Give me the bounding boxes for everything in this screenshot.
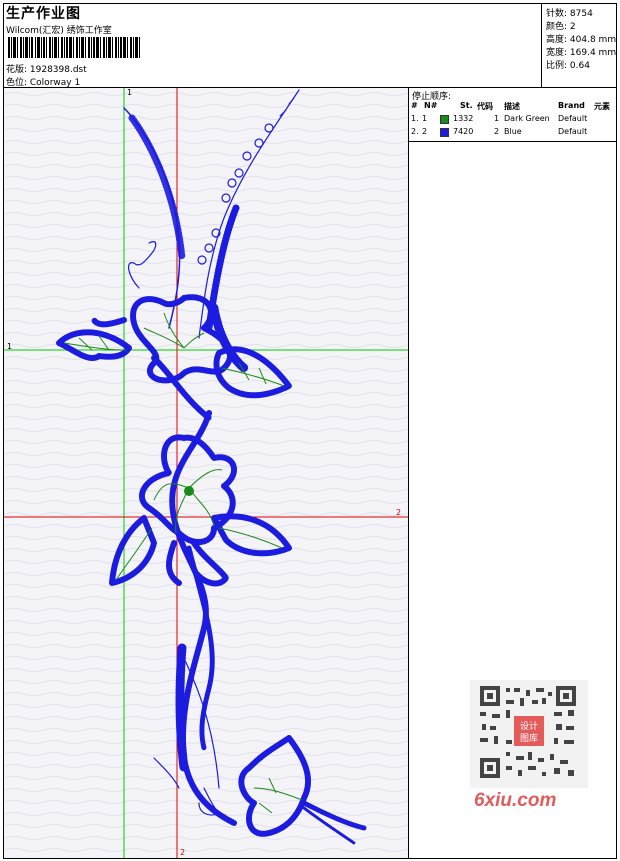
colorway-label: 色位: Colorway 1	[6, 78, 81, 88]
thread-row: 2. 2 7420 2 Blue Default	[410, 127, 616, 140]
row-description: Blue	[504, 127, 522, 136]
design-file-name: 花版: 1928398.dst	[6, 65, 87, 75]
col-brand: Brand	[558, 101, 585, 110]
thread-table: # N# St. 代码 描述 Brand 元素 1. 1 1332 1 Dark…	[410, 101, 616, 140]
row-index: 2.	[411, 127, 419, 136]
row-stitches: 7420	[453, 127, 474, 136]
col-description: 描述	[504, 102, 520, 111]
stat-color-count: 颜色: 2	[546, 22, 576, 32]
barcode-image	[8, 37, 140, 58]
guide-label-red-v: 2	[180, 848, 186, 857]
col-number: N#	[424, 101, 438, 110]
row-index: 1.	[411, 114, 419, 123]
sheet-title: 生产作业图	[6, 6, 81, 22]
stat-height: 高度: 404.8 mm	[546, 35, 617, 45]
row-number: 2	[422, 127, 428, 136]
qr-center-text-bottom: 图库	[520, 732, 538, 744]
thread-table-header: # N# St. 代码 描述 Brand 元素	[410, 101, 616, 114]
guide-label-red-h: 2	[396, 508, 402, 517]
watermark-text: 6xiu.com	[474, 790, 557, 811]
row-number: 1	[422, 114, 428, 123]
thread-swatch	[440, 115, 449, 124]
flower-center	[184, 486, 194, 496]
col-code: 代码	[477, 102, 493, 111]
row-brand: Default	[558, 114, 588, 123]
col-stitches: St.	[460, 101, 473, 110]
thread-row: 1. 1 1332 1 Dark Green Default	[410, 114, 616, 127]
row-brand: Default	[558, 127, 588, 136]
qr-center-text-top: 设计	[520, 720, 538, 732]
row-description: Dark Green	[504, 114, 550, 123]
table-divider	[408, 141, 617, 142]
row-code: 1	[494, 114, 500, 123]
stat-stitch-count: 针数: 8754	[546, 9, 593, 19]
embroidery-design	[4, 88, 408, 858]
guide-label-green-v: 1	[127, 88, 133, 97]
guide-label-green-h: 1	[7, 342, 13, 351]
row-stitches: 1332	[453, 114, 474, 123]
studio-name: Wilcom(汇宏) 绣饰工作室	[6, 26, 112, 36]
canvas-texture	[4, 88, 408, 858]
col-element: 元素	[594, 102, 610, 111]
thread-swatch	[440, 128, 449, 137]
row-code: 2	[494, 127, 500, 136]
stat-scale: 比例: 0.64	[546, 61, 590, 71]
col-hash: #	[411, 101, 418, 110]
stat-width: 宽度: 169.4 mm	[546, 48, 617, 58]
